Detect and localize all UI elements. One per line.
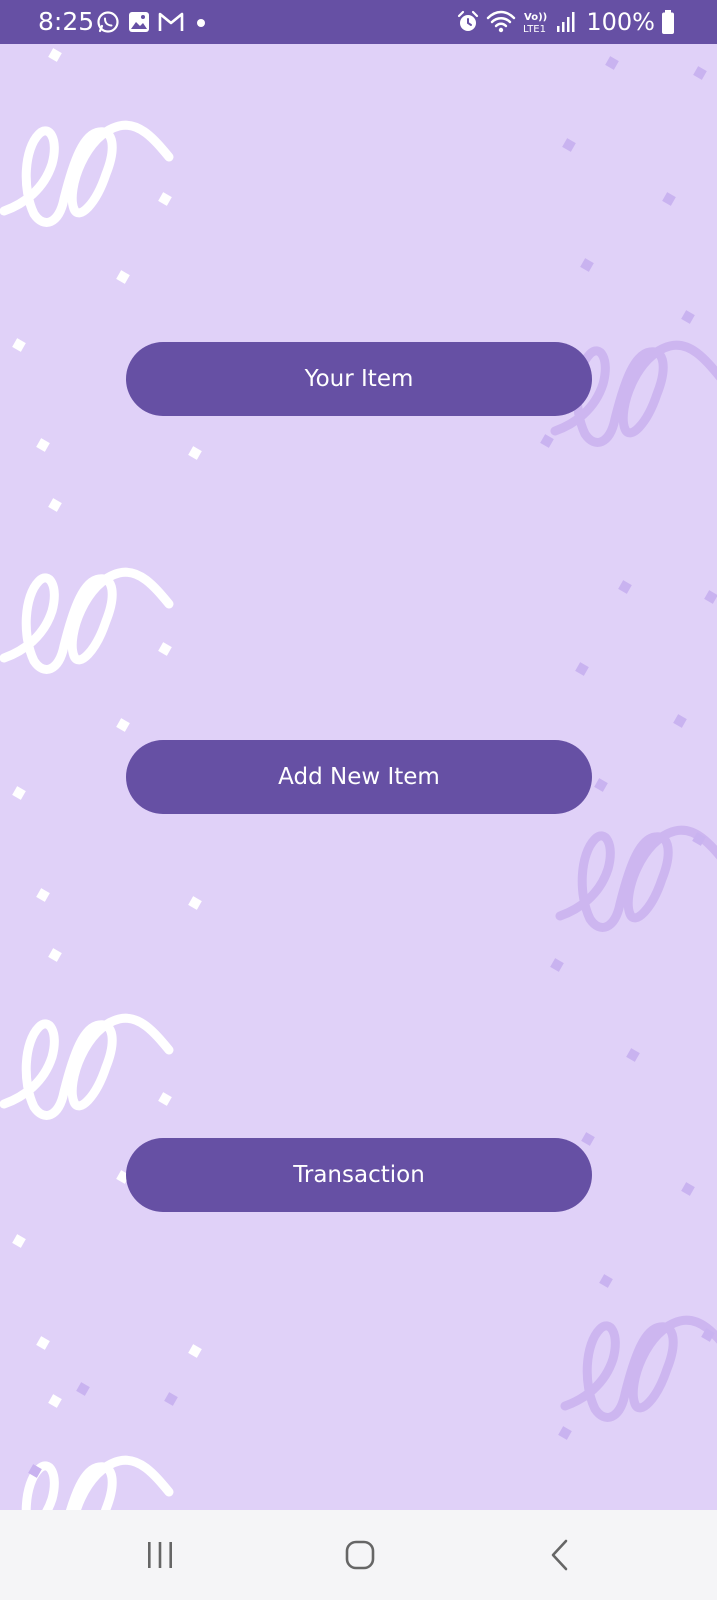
navigation-bar bbox=[0, 1510, 717, 1600]
home-icon bbox=[344, 1539, 376, 1571]
alarm-icon bbox=[456, 10, 480, 34]
status-bar: 8:25 Vo)) LTE1 100% bbox=[0, 0, 717, 44]
notification-icons bbox=[96, 9, 210, 35]
battery-percent: 100% bbox=[586, 8, 655, 36]
swirl-decoration bbox=[4, 125, 169, 1510]
transaction-button[interactable]: Transaction bbox=[126, 1138, 592, 1212]
battery-icon bbox=[661, 9, 675, 35]
your-item-button[interactable]: Your Item bbox=[126, 342, 592, 416]
system-status-icons: Vo)) LTE1 100% bbox=[456, 8, 675, 36]
swirl-decoration bbox=[555, 345, 717, 1417]
back-button[interactable] bbox=[530, 1530, 590, 1580]
volte-icon: Vo)) LTE1 bbox=[522, 9, 550, 35]
notification-dot-icon bbox=[192, 11, 210, 33]
back-icon bbox=[548, 1539, 572, 1571]
gallery-icon bbox=[128, 11, 150, 33]
svg-text:Vo)): Vo)) bbox=[524, 12, 547, 23]
status-time: 8:25 bbox=[38, 7, 95, 36]
app-screen: 8:25 Vo)) LTE1 100% Your Item Add New It… bbox=[0, 0, 717, 1600]
recents-button[interactable] bbox=[130, 1530, 190, 1580]
whatsapp-icon bbox=[96, 10, 120, 34]
add-new-item-button[interactable]: Add New Item bbox=[126, 740, 592, 814]
wifi-icon bbox=[486, 10, 516, 34]
gmail-icon bbox=[158, 11, 184, 33]
recents-icon bbox=[145, 1540, 175, 1570]
svg-text:LTE1: LTE1 bbox=[523, 24, 546, 35]
signal-icon bbox=[556, 11, 576, 33]
home-button[interactable] bbox=[330, 1530, 390, 1580]
